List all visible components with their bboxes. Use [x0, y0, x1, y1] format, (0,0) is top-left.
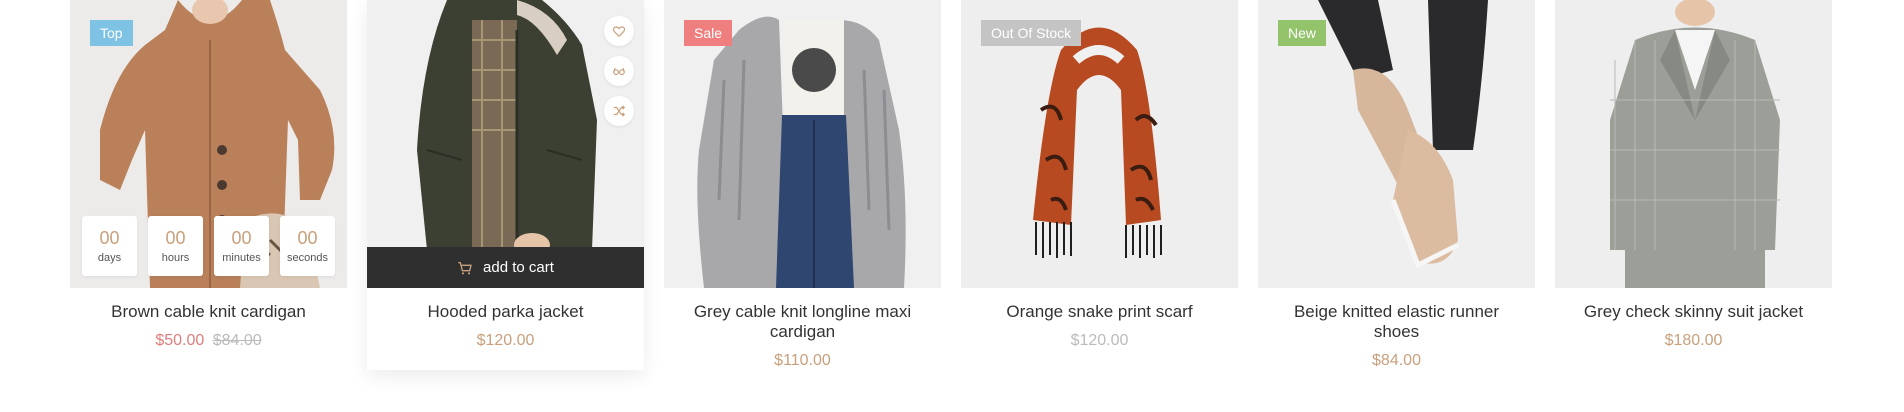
- product-image[interactable]: add to cart: [367, 0, 644, 288]
- product-image[interactable]: Out Of Stock: [961, 0, 1238, 288]
- product-image[interactable]: New: [1258, 0, 1535, 288]
- add-to-cart-button[interactable]: add to cart: [367, 247, 644, 288]
- quickview-button[interactable]: [604, 56, 634, 86]
- product-card[interactable]: Sale Grey cable knit longline maxi cardi…: [664, 0, 941, 370]
- countdown-seconds: 00 seconds: [280, 216, 335, 276]
- product-price: $120.00: [383, 332, 628, 350]
- current-price: $180.00: [1664, 332, 1723, 349]
- heart-icon: [612, 26, 626, 38]
- parka-photo: [367, 0, 644, 288]
- product-card[interactable]: add to cart Hooded parka jacket $120.00: [367, 0, 644, 370]
- wishlist-button[interactable]: [604, 16, 634, 46]
- compare-button[interactable]: [604, 96, 634, 126]
- add-to-cart-label: add to cart: [483, 259, 554, 276]
- product-card[interactable]: Top 00 days 00 hours 00 minutes 00 secon…: [70, 0, 347, 350]
- product-actions: [604, 16, 634, 126]
- product-info: Brown cable knit cardigan $50.00 $84.00: [70, 288, 347, 350]
- product-price: $120.00: [977, 332, 1222, 350]
- product-card[interactable]: New Beige knitted elastic runner shoes $…: [1258, 0, 1535, 370]
- product-price: $110.00: [680, 352, 925, 370]
- product-grid: Top 00 days 00 hours 00 minutes 00 secon…: [70, 0, 1834, 412]
- product-info: Grey cable knit longline maxi cardigan $…: [664, 288, 941, 370]
- product-image[interactable]: [1555, 0, 1832, 288]
- product-name[interactable]: Brown cable knit cardigan: [86, 302, 331, 322]
- countdown-minutes: 00 minutes: [214, 216, 269, 276]
- product-name[interactable]: Hooded parka jacket: [383, 302, 628, 322]
- product-price: $84.00: [1274, 352, 1519, 370]
- countdown-timer: 00 days 00 hours 00 minutes 00 seconds: [82, 216, 335, 276]
- product-price: $180.00: [1571, 332, 1816, 350]
- current-price: $120.00: [476, 332, 535, 349]
- current-price: $110.00: [774, 352, 831, 369]
- countdown-days: 00 days: [82, 216, 137, 276]
- product-badge: Top: [90, 20, 133, 46]
- sale-price: $50.00: [155, 332, 205, 349]
- product-badge: Out Of Stock: [981, 20, 1082, 46]
- countdown-hours: 00 hours: [148, 216, 203, 276]
- product-price: $50.00 $84.00: [86, 332, 331, 350]
- product-info: Beige knitted elastic runner shoes $84.0…: [1258, 288, 1535, 370]
- shuffle-icon: [613, 105, 626, 117]
- product-info: Orange snake print scarf $120.00: [961, 288, 1238, 350]
- old-price: $84.00: [212, 332, 262, 349]
- product-card[interactable]: Grey check skinny suit jacket $180.00: [1555, 0, 1832, 350]
- product-card[interactable]: Out Of Stock Orange snake print scarf $1…: [961, 0, 1238, 350]
- suit-photo: [1555, 0, 1832, 288]
- product-name[interactable]: Orange snake print scarf: [977, 302, 1222, 322]
- product-image[interactable]: Sale: [664, 0, 941, 288]
- current-price: $120.00: [1070, 332, 1129, 349]
- glasses-icon: [613, 67, 625, 76]
- product-info: Hooded parka jacket $120.00: [367, 288, 644, 350]
- product-name[interactable]: Grey cable knit longline maxi cardigan: [680, 302, 925, 342]
- product-name[interactable]: Grey check skinny suit jacket: [1571, 302, 1816, 322]
- current-price: $84.00: [1372, 352, 1421, 369]
- product-name[interactable]: Beige knitted elastic runner shoes: [1274, 302, 1519, 342]
- product-badge: Sale: [684, 20, 733, 46]
- cart-icon: [458, 261, 472, 274]
- product-image[interactable]: Top 00 days 00 hours 00 minutes 00 secon…: [70, 0, 347, 288]
- product-info: Grey check skinny suit jacket $180.00: [1555, 288, 1832, 350]
- product-badge: New: [1278, 20, 1327, 46]
